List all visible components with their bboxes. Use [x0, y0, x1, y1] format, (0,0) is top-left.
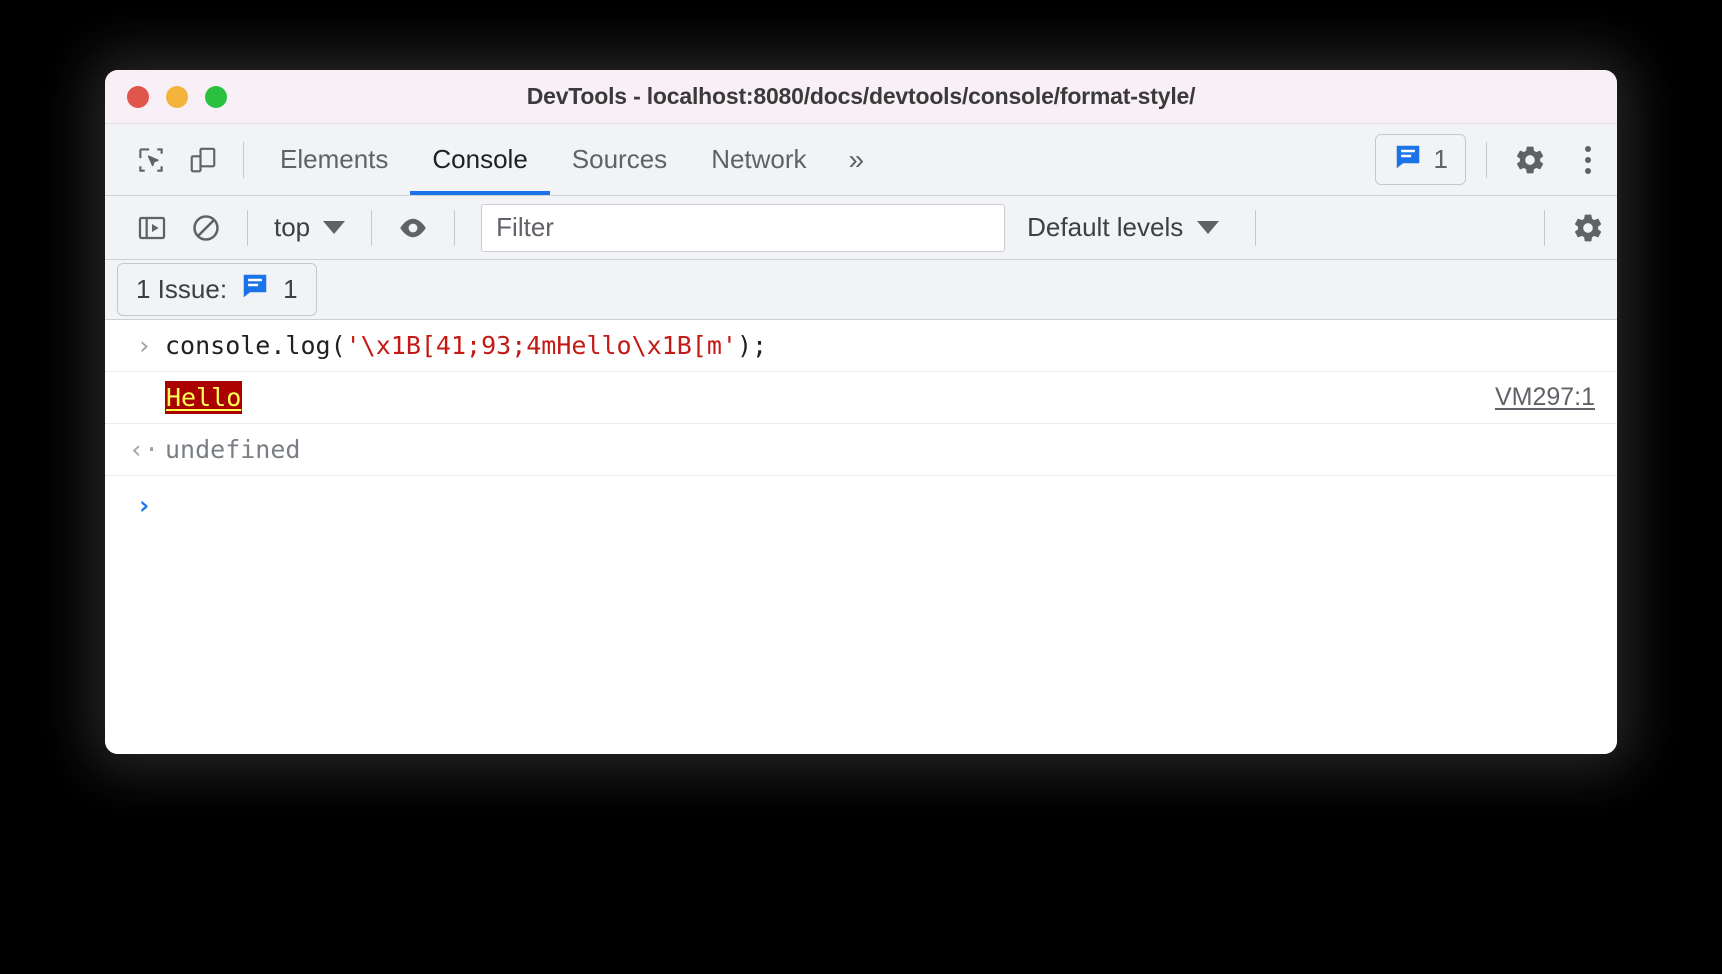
issues-summary-label: 1 Issue: — [136, 274, 228, 304]
chevron-down-icon — [1197, 221, 1220, 234]
console-toolbar-divider-3 — [454, 209, 456, 246]
execution-context-label: top — [274, 212, 311, 242]
maximize-window-button[interactable] — [205, 85, 227, 108]
console-input-code: console.log('\x1B[41;93;4mHello\x1B[m'); — [165, 330, 767, 361]
close-window-button[interactable] — [127, 85, 149, 108]
console-prompt-row[interactable]: › — [105, 476, 1617, 536]
console-output[interactable]: › console.log('\x1B[41;93;4mHello\x1B[m'… — [105, 320, 1617, 754]
panel-tabs: Elements Console Sources Network » — [258, 124, 880, 195]
kebab-dots — [1585, 145, 1591, 174]
issues-bar: 1 Issue: 1 — [105, 260, 1617, 320]
result-arrow-icon: ‹· — [128, 434, 160, 464]
console-settings-gear-icon[interactable] — [1559, 199, 1617, 257]
issues-speech-bubble-icon — [240, 271, 270, 308]
tab-network[interactable]: Network — [689, 124, 828, 195]
inspect-element-icon[interactable] — [125, 134, 177, 186]
screenshot-root: DevTools - localhost:8080/docs/devtools/… — [0, 0, 1722, 974]
devtools-window: DevTools - localhost:8080/docs/devtools/… — [105, 70, 1617, 754]
title-bar: DevTools - localhost:8080/docs/devtools/… — [105, 70, 1617, 124]
ansi-styled-output: Hello — [165, 380, 243, 415]
code-call: console.log( — [165, 330, 346, 360]
tab-sources[interactable]: Sources — [550, 124, 689, 195]
issues-badge-button[interactable]: 1 — [1374, 134, 1466, 185]
code-string-literal: '\x1B[41;93;4mHello\x1B[m' — [345, 330, 737, 360]
execution-context-selector[interactable]: top — [262, 212, 357, 243]
tabbar-right-divider — [1486, 141, 1487, 178]
console-input-row[interactable]: › console.log('\x1B[41;93;4mHello\x1B[m'… — [105, 320, 1617, 372]
issues-speech-bubble-icon — [1393, 142, 1423, 177]
input-chevron-icon: › — [136, 330, 152, 360]
code-call-end: ); — [736, 330, 768, 360]
console-toolbar: top Default levels — [105, 196, 1617, 260]
issues-summary-button[interactable]: 1 Issue: 1 — [117, 263, 317, 316]
filter-input[interactable] — [481, 203, 1006, 252]
gear-icon[interactable] — [1501, 131, 1559, 189]
console-result-row: ‹· undefined — [105, 424, 1617, 476]
prompt-chevron-icon: › — [136, 490, 152, 521]
eye-icon[interactable] — [386, 201, 440, 255]
toolbar-divider — [243, 141, 244, 178]
devtools-tab-bar: Elements Console Sources Network » 1 — [105, 124, 1617, 196]
console-toolbar-divider-4 — [1255, 209, 1257, 246]
console-toolbar-divider-2 — [371, 209, 373, 246]
tab-elements[interactable]: Elements — [258, 124, 410, 195]
console-toolbar-divider-5 — [1544, 209, 1545, 246]
console-output-left: Hello — [123, 380, 243, 415]
more-tabs-chevron-icon[interactable]: » — [829, 144, 881, 176]
traffic-lights — [105, 85, 227, 108]
console-sidebar-icon[interactable] — [125, 201, 179, 255]
source-location-link[interactable]: VM297:1 — [1495, 383, 1595, 412]
console-output-row: Hello VM297:1 — [105, 372, 1617, 424]
issues-count: 1 — [1433, 144, 1448, 174]
window-title: DevTools - localhost:8080/docs/devtools/… — [526, 83, 1196, 109]
minimize-window-button[interactable] — [166, 85, 188, 108]
log-levels-label: Default levels — [1027, 212, 1184, 242]
chevron-down-icon — [323, 221, 346, 234]
device-toolbar-icon[interactable] — [177, 134, 229, 186]
console-result-value: undefined — [165, 434, 301, 464]
console-toolbar-divider-1 — [247, 209, 248, 246]
clear-console-icon[interactable] — [179, 201, 233, 255]
log-levels-selector[interactable]: Default levels — [1005, 212, 1241, 243]
tab-console[interactable]: Console — [410, 124, 551, 195]
kebab-menu-icon[interactable] — [1559, 131, 1617, 189]
issues-summary-count: 1 — [283, 274, 298, 304]
